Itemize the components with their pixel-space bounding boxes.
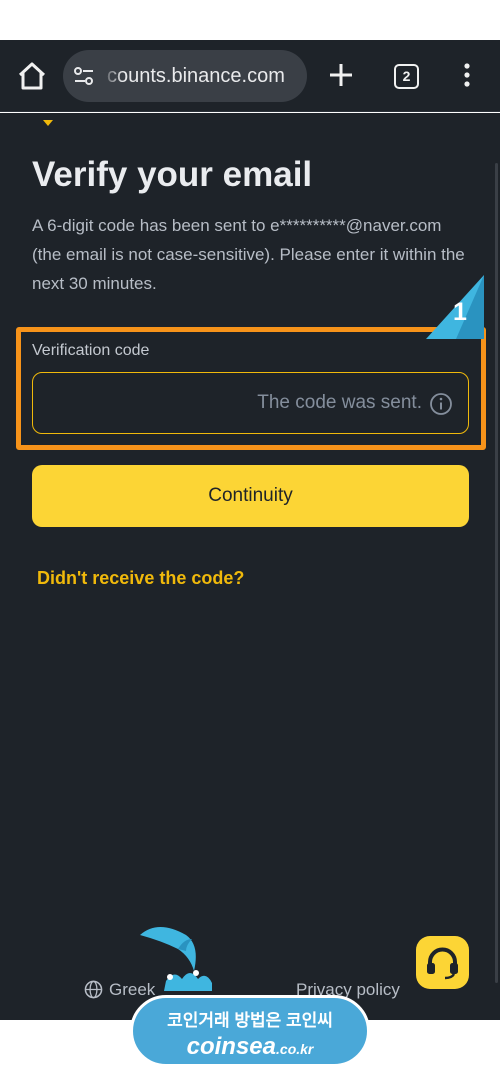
status-bar — [0, 0, 500, 40]
url-fade — [101, 50, 123, 102]
privacy-policy-link[interactable]: Privacy policy — [296, 980, 400, 1000]
site-settings-icon[interactable] — [73, 65, 95, 87]
tabs-icon[interactable]: 2 — [394, 64, 419, 89]
home-icon[interactable] — [14, 58, 50, 94]
caret-down-icon — [43, 113, 53, 126]
language-selector[interactable]: Greek — [84, 980, 155, 1000]
browser-toolbar: counts.binance.com 2 — [0, 40, 500, 112]
page-title: Verify your email — [32, 155, 313, 194]
highlight-box — [16, 327, 486, 450]
watermark-domain: .co.kr — [276, 1041, 314, 1057]
globe-icon — [84, 980, 103, 999]
description-text: A 6-digit code has been sent to e*******… — [32, 216, 465, 293]
headset-icon[interactable] — [416, 936, 469, 989]
watermark-line2: coinsea.co.kr — [133, 1033, 367, 1061]
step-1-marker: 1 — [426, 275, 486, 343]
watermark-brand: coinsea — [186, 1033, 277, 1060]
plus-icon[interactable] — [326, 60, 356, 90]
continue-button[interactable]: Continuity — [32, 465, 469, 527]
resend-code-link[interactable]: Didn't receive the code? — [37, 568, 244, 589]
language-label: Greek — [109, 980, 156, 999]
address-bar[interactable]: counts.binance.com — [63, 50, 307, 102]
scrollbar[interactable] — [495, 163, 498, 983]
verify-email-page: Verify your email A 6-digit code has bee… — [0, 113, 500, 1020]
more-vert-icon[interactable] — [455, 60, 479, 90]
step-number: 1 — [453, 298, 467, 326]
url-text[interactable]: counts.binance.com — [107, 50, 285, 102]
